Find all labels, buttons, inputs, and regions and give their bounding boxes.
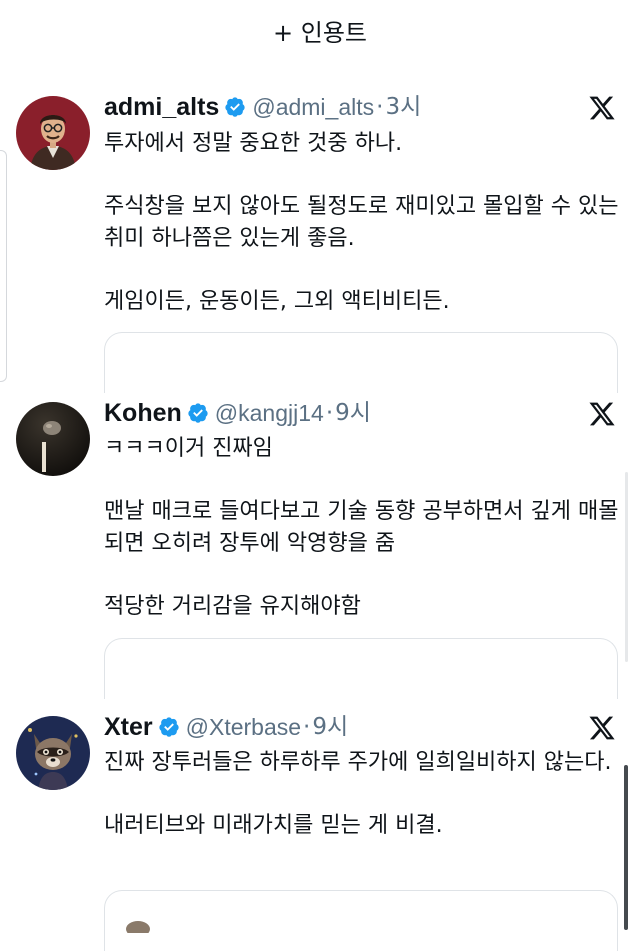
quoted-post-card[interactable] xyxy=(104,638,618,699)
avatar[interactable] xyxy=(16,96,90,170)
avatar[interactable] xyxy=(16,716,90,790)
display-name[interactable]: admi_alts xyxy=(104,92,219,122)
post-time[interactable]: 3시 xyxy=(385,92,421,122)
post-meta: Xter @Xterbase · 9시 xyxy=(104,712,570,742)
scrollbar-track[interactable] xyxy=(625,472,628,662)
display-name[interactable]: Kohen xyxy=(104,398,182,428)
avatar[interactable] xyxy=(16,402,90,476)
side-panel-edge xyxy=(0,150,7,382)
user-handle[interactable]: @Xterbase xyxy=(186,712,301,742)
post-time[interactable]: 9시 xyxy=(312,712,348,742)
quoted-avatar-icon xyxy=(126,921,150,933)
quoted-post-card[interactable] xyxy=(104,890,618,951)
verified-badge-icon xyxy=(225,97,245,117)
post-body: 투자에서 정말 중요한 것중 하나. 주식창을 보지 않아도 될정도로 재미있고… xyxy=(104,131,619,314)
post-body: 진짜 장투러들은 하루하루 주가에 일희일비하지 않는다. 내러티브와 미래가치… xyxy=(104,750,612,838)
man-with-glasses-avatar xyxy=(16,96,90,170)
display-name[interactable]: Xter xyxy=(104,712,153,742)
quoted-post-card[interactable] xyxy=(104,332,618,393)
raccoon-avatar xyxy=(16,716,90,790)
post-meta: admi_alts @admi_alts · 3시 xyxy=(104,92,570,122)
verified-badge-icon xyxy=(188,403,208,423)
x-logo-icon[interactable] xyxy=(588,400,616,428)
meta-separator: · xyxy=(325,400,334,426)
post-time[interactable]: 9시 xyxy=(335,398,371,428)
header-title: + 인용트 xyxy=(273,18,367,47)
post-meta: Kohen @kangjj14 · 9시 xyxy=(104,398,570,428)
dark-moon-avatar xyxy=(16,402,90,476)
user-handle[interactable]: @admi_alts xyxy=(252,92,374,122)
x-logo-icon[interactable] xyxy=(588,94,616,122)
user-handle[interactable]: @kangjj14 xyxy=(215,398,324,428)
meta-separator: · xyxy=(376,94,384,120)
quote-posts-header[interactable]: + 인용트 xyxy=(0,0,640,60)
meta-separator: · xyxy=(303,714,311,740)
post-body: ㅋㅋㅋ이거 진짜임 맨날 매크로 들여다보고 기술 동향 공부하면서 깊게 매몰… xyxy=(104,436,619,619)
verified-badge-icon xyxy=(159,717,179,737)
x-logo-icon[interactable] xyxy=(588,714,616,742)
scrollbar-thumb[interactable] xyxy=(624,765,628,930)
